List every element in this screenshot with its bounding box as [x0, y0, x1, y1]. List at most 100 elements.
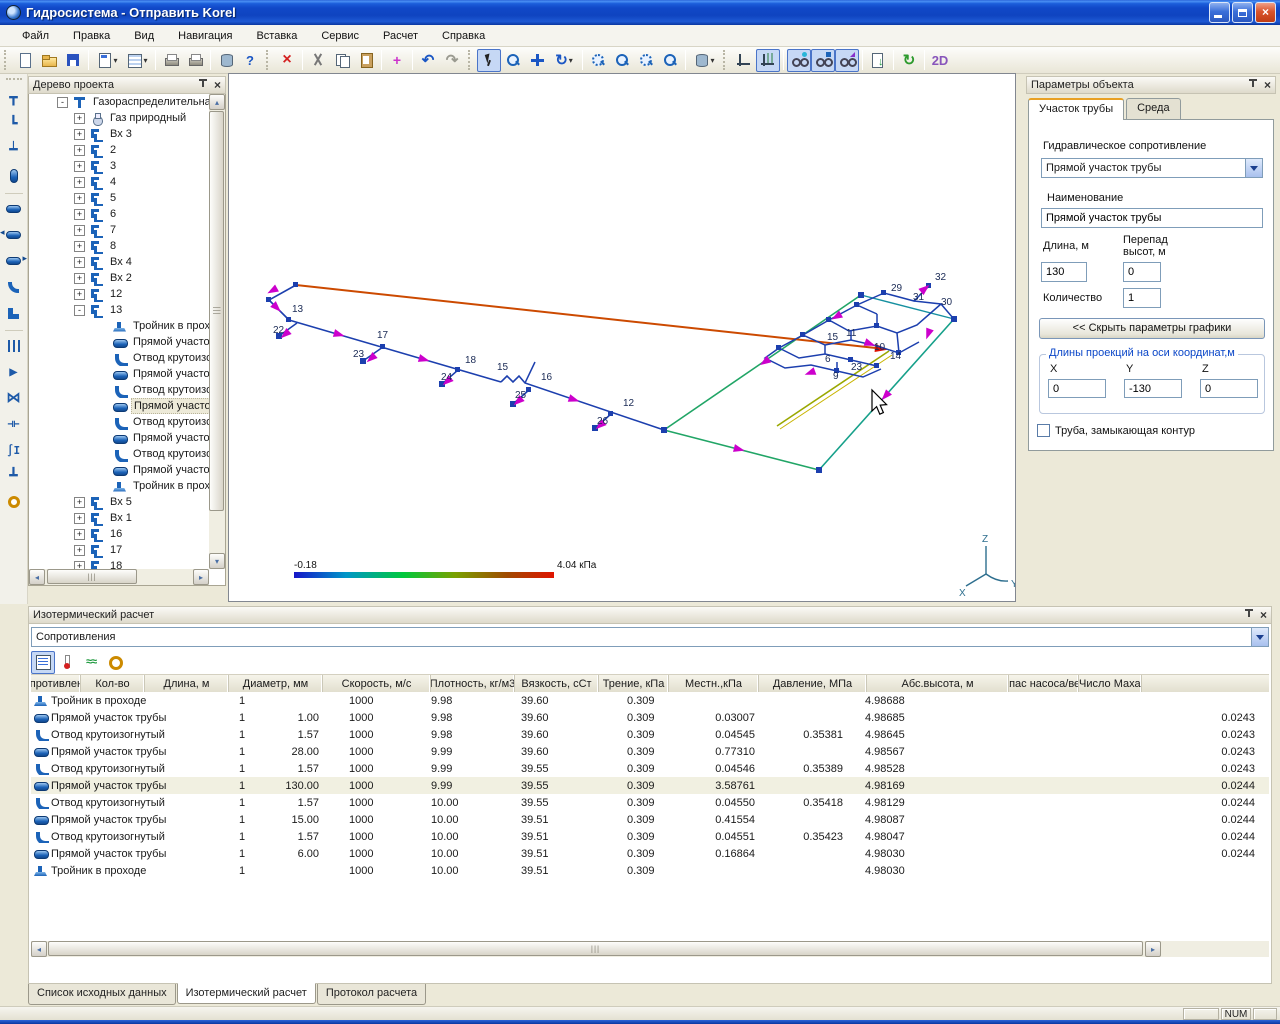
- zoom-extents-button[interactable]: [634, 49, 658, 72]
- run-element-tool[interactable]: ▶: [2, 360, 26, 384]
- pipe-inlet-tool[interactable]: [2, 223, 26, 247]
- toolbar-grip[interactable]: [468, 50, 474, 70]
- menu-item[interactable]: Файл: [10, 27, 61, 45]
- delete-button[interactable]: ×: [275, 49, 299, 72]
- tree-expander[interactable]: +: [74, 129, 85, 140]
- tree-expander[interactable]: +: [74, 513, 85, 524]
- tree-node[interactable]: + 16: [29, 526, 209, 542]
- tree-node[interactable]: + Вх 1: [29, 510, 209, 526]
- view-3d-button[interactable]: ▾: [689, 49, 719, 72]
- flange-tool[interactable]: [2, 334, 26, 358]
- tree-node[interactable]: + 2: [29, 142, 209, 158]
- minimize-button[interactable]: [1209, 2, 1230, 23]
- count-input[interactable]: [1123, 288, 1161, 308]
- tab-medium[interactable]: Среда: [1126, 98, 1180, 120]
- tree-expander[interactable]: +: [74, 241, 85, 252]
- pan-button[interactable]: [525, 49, 549, 72]
- elbow-bend-tool[interactable]: [2, 275, 26, 299]
- recalculate-button[interactable]: ↻: [897, 49, 921, 72]
- tree-node[interactable]: + 7: [29, 222, 209, 238]
- tree-node[interactable]: + Вх 5: [29, 494, 209, 510]
- drop-input[interactable]: [1123, 262, 1161, 282]
- scroll-left-button[interactable]: ◂: [31, 941, 47, 957]
- table-row[interactable]: Тройник в проходе 1 1000 9.98 39.60 0.30…: [31, 692, 1269, 709]
- tree-expander[interactable]: +: [74, 161, 85, 172]
- zoom-window-button[interactable]: [586, 49, 610, 72]
- column-header[interactable]: Число Маха: [1079, 675, 1142, 692]
- combo-arrow-icon[interactable]: [1251, 628, 1268, 646]
- close-button[interactable]: ×: [1255, 2, 1276, 23]
- tree-expander[interactable]: +: [74, 289, 85, 300]
- scroll-left-button[interactable]: ◂: [29, 569, 45, 585]
- tree-node[interactable]: Отвод крутоизогнутый: [29, 382, 209, 398]
- column-header[interactable]: Местн.,кПа: [669, 675, 759, 692]
- vessel-tool[interactable]: [2, 164, 26, 188]
- tree-node[interactable]: + Газ природный: [29, 110, 209, 126]
- show-axes-button[interactable]: [732, 49, 756, 72]
- column-header[interactable]: Кав.запас насоса/ветви, м: [1009, 675, 1079, 692]
- tree-node[interactable]: Прямой участок трубы: [29, 398, 209, 414]
- flow-view-button[interactable]: ≈≈: [79, 651, 103, 674]
- table-row[interactable]: Прямой участок трубы 1 15.00 1000 10.00 …: [31, 811, 1269, 828]
- table-row[interactable]: Прямой участок трубы 1 1.00 1000 9.98 39…: [31, 709, 1269, 726]
- tree-node[interactable]: - Газораспределительная: [29, 94, 209, 110]
- help-button[interactable]: ?: [238, 49, 262, 72]
- menu-item[interactable]: Сервис: [309, 27, 371, 45]
- elbow-corner-tool[interactable]: [2, 301, 26, 325]
- show-fittings-button[interactable]: [811, 49, 835, 72]
- table-row[interactable]: Отвод крутоизогнутый 1 1.57 1000 10.00 3…: [31, 794, 1269, 811]
- column-header[interactable]: Скорость, м/с: [323, 675, 431, 692]
- copy-button[interactable]: [330, 49, 354, 72]
- tee-top-tool[interactable]: ┳: [2, 86, 26, 110]
- zoom-previous-button[interactable]: [658, 49, 682, 72]
- results-table-view-button[interactable]: [31, 651, 55, 674]
- table-row[interactable]: Прямой участок трубы 1 6.00 1000 10.00 3…: [31, 845, 1269, 862]
- scroll-right-button[interactable]: ▸: [193, 569, 209, 585]
- menu-item[interactable]: Вид: [122, 27, 166, 45]
- tab-pipe-section[interactable]: Участок трубы: [1028, 98, 1124, 120]
- closing-pipe-checkbox[interactable]: [1037, 424, 1050, 437]
- tree-expander[interactable]: +: [74, 273, 85, 284]
- table-row[interactable]: Отвод крутоизогнутый 1 1.57 1000 10.00 3…: [31, 828, 1269, 845]
- tree-hscrollbar[interactable]: ◂ ||| ▸: [29, 569, 209, 585]
- tree-expander[interactable]: +: [74, 257, 85, 268]
- open-file-button[interactable]: [37, 49, 61, 72]
- column-header[interactable]: Давление, МПа: [759, 675, 867, 692]
- proj-y-input[interactable]: [1124, 379, 1182, 398]
- tree-node[interactable]: Прямой участок трубы: [29, 366, 209, 382]
- column-header[interactable]: Сопротивление: [31, 675, 81, 692]
- tree-expander[interactable]: +: [74, 497, 85, 508]
- tree-expander[interactable]: +: [74, 145, 85, 156]
- tree-hscroll-thumb[interactable]: |||: [47, 569, 137, 584]
- export-results-button[interactable]: [866, 49, 890, 72]
- length-input[interactable]: [1041, 262, 1087, 282]
- menu-item[interactable]: Вставка: [244, 27, 309, 45]
- tree-expander[interactable]: -: [57, 97, 68, 108]
- tree-node[interactable]: Отвод крутоизогнутый: [29, 414, 209, 430]
- tree-node[interactable]: + 5: [29, 190, 209, 206]
- show-pressure-button[interactable]: [787, 49, 811, 72]
- tree-node[interactable]: + Вх 3: [29, 126, 209, 142]
- column-header[interactable]: Диаметр, мм: [229, 675, 323, 692]
- tree-expander[interactable]: -: [74, 305, 85, 316]
- table-row[interactable]: Прямой участок трубы 1 28.00 1000 9.99 3…: [31, 743, 1269, 760]
- tree-node[interactable]: + 4: [29, 174, 209, 190]
- close-panel-icon[interactable]: ×: [1264, 80, 1271, 90]
- print-button[interactable]: [159, 49, 183, 72]
- menu-item[interactable]: Навигация: [166, 27, 244, 45]
- pump-tool[interactable]: ∫I: [2, 438, 26, 462]
- resistance-combobox[interactable]: Прямой участок трубы: [1041, 158, 1263, 178]
- show-flow-direction-button[interactable]: [835, 49, 859, 72]
- tree-node[interactable]: Тройник в проходе: [29, 478, 209, 494]
- table-row[interactable]: Отвод крутоизогнутый 1 1.57 1000 9.98 39…: [31, 726, 1269, 743]
- undo-button[interactable]: ↶: [416, 49, 440, 72]
- scroll-right-button[interactable]: ▸: [1145, 941, 1161, 957]
- proj-z-input[interactable]: [1200, 379, 1258, 398]
- menu-item[interactable]: Справка: [430, 27, 497, 45]
- ring-tool[interactable]: [2, 490, 26, 514]
- tree-expander[interactable]: +: [74, 209, 85, 220]
- cut-button[interactable]: [306, 49, 330, 72]
- print-preview-button[interactable]: [183, 49, 207, 72]
- column-header[interactable]: Плотность, кг/м3: [431, 675, 515, 692]
- name-input[interactable]: [1041, 208, 1263, 228]
